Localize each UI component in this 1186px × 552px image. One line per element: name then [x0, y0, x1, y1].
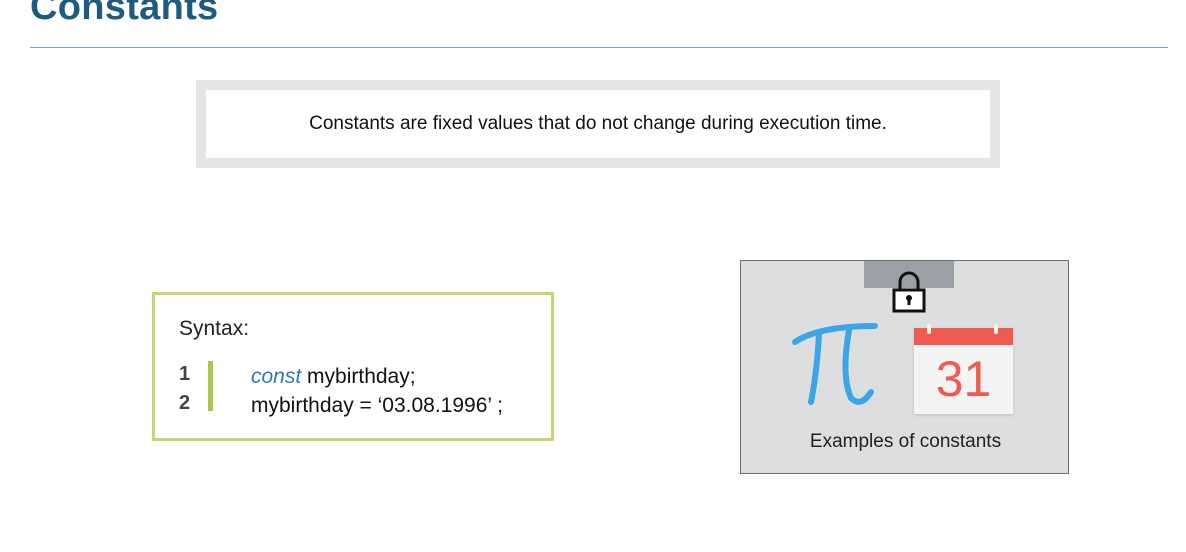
syntax-label: Syntax:: [179, 317, 250, 340]
line-number: 2: [179, 392, 191, 414]
lock-icon: [892, 271, 926, 313]
code-line: mybirthday = ‘03.08.1996’ ;: [251, 394, 503, 418]
line-number: 1: [179, 363, 191, 385]
code-line: const mybirthday;: [251, 365, 416, 389]
title-divider: [30, 47, 1168, 48]
calendar-icon: 31: [914, 324, 1013, 414]
code-keyword: const: [251, 365, 302, 388]
calendar-ring: [994, 324, 998, 334]
calendar-day: 31: [935, 351, 992, 407]
examples-caption: Examples of constants: [809, 431, 1002, 452]
code-gutter-bar: [208, 361, 213, 411]
code-text: mybirthday = ‘03.08.1996’ ;: [251, 394, 503, 417]
page-title: Constants: [30, 0, 219, 28]
calendar-ring: [927, 324, 931, 334]
syntax-box: Syntax: 1 2 const mybirthday; mybirthday…: [152, 292, 554, 441]
definition-box: Constants are fixed values that do not c…: [196, 80, 1000, 168]
pi-icon: [792, 323, 878, 405]
code-text: mybirthday;: [301, 365, 416, 388]
examples-panel: 31 Examples of constants: [740, 260, 1069, 474]
definition-text: Constants are fixed values that do not c…: [309, 113, 887, 134]
